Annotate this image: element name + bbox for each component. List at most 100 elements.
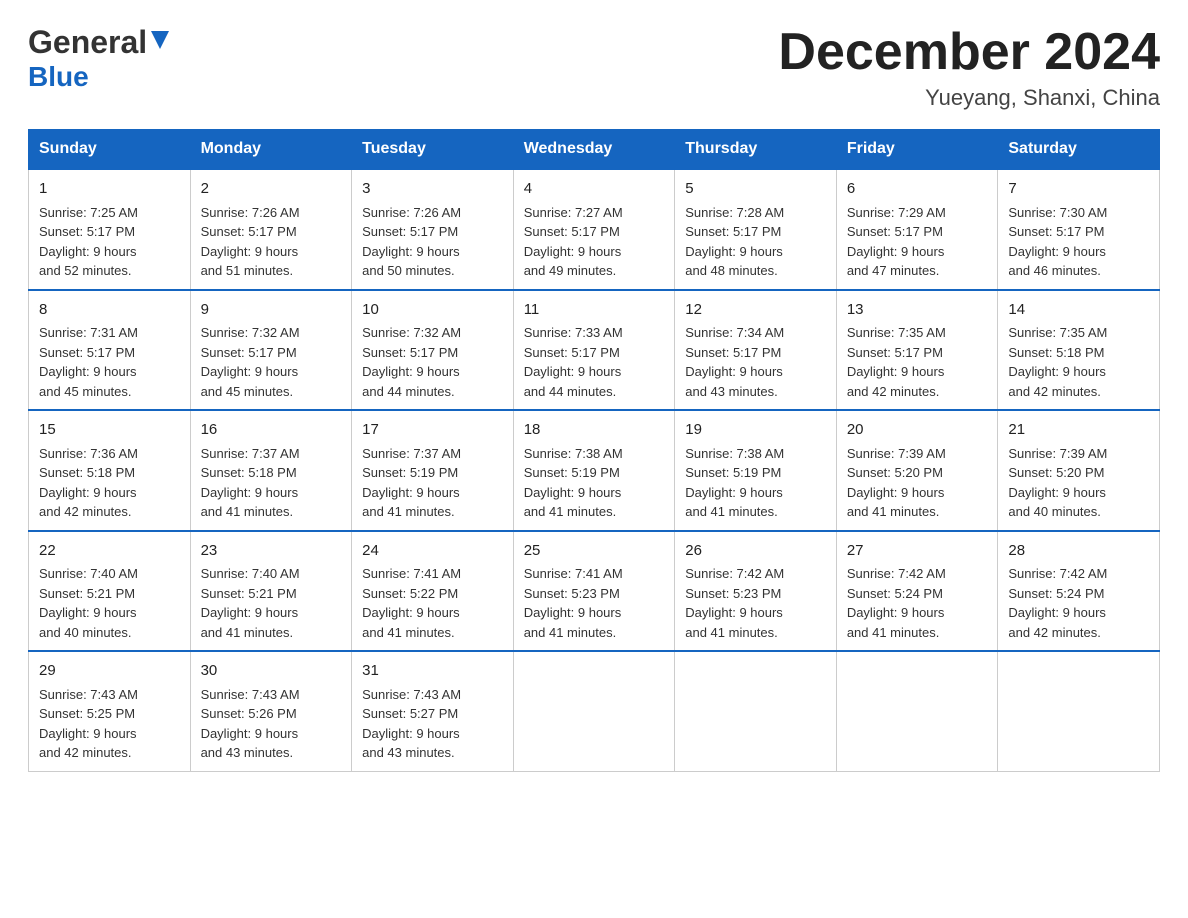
day-info: Sunrise: 7:39 AMSunset: 5:20 PMDaylight:… (847, 444, 988, 522)
calendar-cell (675, 651, 837, 771)
calendar-cell (836, 651, 998, 771)
day-number: 18 (524, 419, 665, 442)
calendar-cell: 5Sunrise: 7:28 AMSunset: 5:17 PMDaylight… (675, 169, 837, 290)
weekday-header-row: SundayMondayTuesdayWednesdayThursdayFrid… (29, 130, 1160, 170)
calendar-cell: 9Sunrise: 7:32 AMSunset: 5:17 PMDaylight… (190, 290, 352, 411)
calendar-cell: 24Sunrise: 7:41 AMSunset: 5:22 PMDayligh… (352, 531, 514, 652)
calendar-week-1: 1Sunrise: 7:25 AMSunset: 5:17 PMDaylight… (29, 169, 1160, 290)
calendar-cell: 31Sunrise: 7:43 AMSunset: 5:27 PMDayligh… (352, 651, 514, 771)
title-area: December 2024 Yueyang, Shanxi, China (778, 24, 1160, 111)
day-number: 12 (685, 299, 826, 322)
calendar-week-2: 8Sunrise: 7:31 AMSunset: 5:17 PMDaylight… (29, 290, 1160, 411)
calendar-cell: 3Sunrise: 7:26 AMSunset: 5:17 PMDaylight… (352, 169, 514, 290)
day-info: Sunrise: 7:39 AMSunset: 5:20 PMDaylight:… (1008, 444, 1149, 522)
calendar-cell (513, 651, 675, 771)
day-number: 13 (847, 299, 988, 322)
day-info: Sunrise: 7:25 AMSunset: 5:17 PMDaylight:… (39, 203, 180, 281)
day-info: Sunrise: 7:26 AMSunset: 5:17 PMDaylight:… (201, 203, 342, 281)
day-number: 11 (524, 299, 665, 322)
calendar-cell: 26Sunrise: 7:42 AMSunset: 5:23 PMDayligh… (675, 531, 837, 652)
day-info: Sunrise: 7:43 AMSunset: 5:27 PMDaylight:… (362, 685, 503, 763)
calendar-cell: 6Sunrise: 7:29 AMSunset: 5:17 PMDaylight… (836, 169, 998, 290)
day-info: Sunrise: 7:27 AMSunset: 5:17 PMDaylight:… (524, 203, 665, 281)
calendar-cell: 17Sunrise: 7:37 AMSunset: 5:19 PMDayligh… (352, 410, 514, 531)
calendar-cell: 4Sunrise: 7:27 AMSunset: 5:17 PMDaylight… (513, 169, 675, 290)
day-number: 14 (1008, 299, 1149, 322)
day-info: Sunrise: 7:35 AMSunset: 5:17 PMDaylight:… (847, 323, 988, 401)
day-info: Sunrise: 7:42 AMSunset: 5:24 PMDaylight:… (1008, 564, 1149, 642)
day-number: 26 (685, 540, 826, 563)
day-info: Sunrise: 7:43 AMSunset: 5:25 PMDaylight:… (39, 685, 180, 763)
calendar-cell: 22Sunrise: 7:40 AMSunset: 5:21 PMDayligh… (29, 531, 191, 652)
weekday-header-sunday: Sunday (29, 130, 191, 170)
day-info: Sunrise: 7:36 AMSunset: 5:18 PMDaylight:… (39, 444, 180, 522)
day-number: 15 (39, 419, 180, 442)
calendar-table: SundayMondayTuesdayWednesdayThursdayFrid… (28, 129, 1160, 772)
weekday-header-saturday: Saturday (998, 130, 1160, 170)
day-number: 17 (362, 419, 503, 442)
logo-blue-text: Blue (28, 61, 89, 92)
calendar-cell: 18Sunrise: 7:38 AMSunset: 5:19 PMDayligh… (513, 410, 675, 531)
logo-triangle-icon (151, 31, 169, 54)
weekday-header-tuesday: Tuesday (352, 130, 514, 170)
day-number: 4 (524, 178, 665, 201)
day-info: Sunrise: 7:41 AMSunset: 5:22 PMDaylight:… (362, 564, 503, 642)
logo-area: General Blue (28, 24, 169, 93)
day-number: 25 (524, 540, 665, 563)
day-info: Sunrise: 7:41 AMSunset: 5:23 PMDaylight:… (524, 564, 665, 642)
day-number: 24 (362, 540, 503, 563)
calendar-subtitle: Yueyang, Shanxi, China (778, 85, 1160, 111)
calendar-cell: 21Sunrise: 7:39 AMSunset: 5:20 PMDayligh… (998, 410, 1160, 531)
calendar-cell: 19Sunrise: 7:38 AMSunset: 5:19 PMDayligh… (675, 410, 837, 531)
day-info: Sunrise: 7:28 AMSunset: 5:17 PMDaylight:… (685, 203, 826, 281)
day-info: Sunrise: 7:37 AMSunset: 5:18 PMDaylight:… (201, 444, 342, 522)
calendar-cell: 1Sunrise: 7:25 AMSunset: 5:17 PMDaylight… (29, 169, 191, 290)
weekday-header-wednesday: Wednesday (513, 130, 675, 170)
day-number: 31 (362, 660, 503, 683)
calendar-cell: 28Sunrise: 7:42 AMSunset: 5:24 PMDayligh… (998, 531, 1160, 652)
day-info: Sunrise: 7:32 AMSunset: 5:17 PMDaylight:… (201, 323, 342, 401)
day-info: Sunrise: 7:33 AMSunset: 5:17 PMDaylight:… (524, 323, 665, 401)
calendar-title: December 2024 (778, 24, 1160, 81)
day-number: 28 (1008, 540, 1149, 563)
day-number: 7 (1008, 178, 1149, 201)
weekday-header-monday: Monday (190, 130, 352, 170)
day-number: 22 (39, 540, 180, 563)
calendar-cell: 25Sunrise: 7:41 AMSunset: 5:23 PMDayligh… (513, 531, 675, 652)
day-info: Sunrise: 7:35 AMSunset: 5:18 PMDaylight:… (1008, 323, 1149, 401)
day-number: 5 (685, 178, 826, 201)
calendar-cell: 11Sunrise: 7:33 AMSunset: 5:17 PMDayligh… (513, 290, 675, 411)
calendar-cell: 10Sunrise: 7:32 AMSunset: 5:17 PMDayligh… (352, 290, 514, 411)
day-info: Sunrise: 7:29 AMSunset: 5:17 PMDaylight:… (847, 203, 988, 281)
day-info: Sunrise: 7:40 AMSunset: 5:21 PMDaylight:… (39, 564, 180, 642)
day-number: 10 (362, 299, 503, 322)
weekday-header-friday: Friday (836, 130, 998, 170)
calendar-cell: 16Sunrise: 7:37 AMSunset: 5:18 PMDayligh… (190, 410, 352, 531)
day-number: 29 (39, 660, 180, 683)
day-info: Sunrise: 7:37 AMSunset: 5:19 PMDaylight:… (362, 444, 503, 522)
calendar-week-4: 22Sunrise: 7:40 AMSunset: 5:21 PMDayligh… (29, 531, 1160, 652)
calendar-cell: 2Sunrise: 7:26 AMSunset: 5:17 PMDaylight… (190, 169, 352, 290)
day-number: 9 (201, 299, 342, 322)
day-number: 6 (847, 178, 988, 201)
day-info: Sunrise: 7:38 AMSunset: 5:19 PMDaylight:… (524, 444, 665, 522)
calendar-cell: 27Sunrise: 7:42 AMSunset: 5:24 PMDayligh… (836, 531, 998, 652)
weekday-header-thursday: Thursday (675, 130, 837, 170)
calendar-cell: 8Sunrise: 7:31 AMSunset: 5:17 PMDaylight… (29, 290, 191, 411)
calendar-cell: 29Sunrise: 7:43 AMSunset: 5:25 PMDayligh… (29, 651, 191, 771)
day-number: 1 (39, 178, 180, 201)
logo-general-text: General (28, 24, 147, 61)
calendar-week-5: 29Sunrise: 7:43 AMSunset: 5:25 PMDayligh… (29, 651, 1160, 771)
calendar-cell: 14Sunrise: 7:35 AMSunset: 5:18 PMDayligh… (998, 290, 1160, 411)
calendar-cell: 15Sunrise: 7:36 AMSunset: 5:18 PMDayligh… (29, 410, 191, 531)
day-number: 8 (39, 299, 180, 322)
day-info: Sunrise: 7:34 AMSunset: 5:17 PMDaylight:… (685, 323, 826, 401)
day-info: Sunrise: 7:26 AMSunset: 5:17 PMDaylight:… (362, 203, 503, 281)
day-info: Sunrise: 7:43 AMSunset: 5:26 PMDaylight:… (201, 685, 342, 763)
day-info: Sunrise: 7:30 AMSunset: 5:17 PMDaylight:… (1008, 203, 1149, 281)
calendar-cell: 23Sunrise: 7:40 AMSunset: 5:21 PMDayligh… (190, 531, 352, 652)
day-number: 30 (201, 660, 342, 683)
day-info: Sunrise: 7:31 AMSunset: 5:17 PMDaylight:… (39, 323, 180, 401)
day-info: Sunrise: 7:42 AMSunset: 5:24 PMDaylight:… (847, 564, 988, 642)
day-info: Sunrise: 7:32 AMSunset: 5:17 PMDaylight:… (362, 323, 503, 401)
